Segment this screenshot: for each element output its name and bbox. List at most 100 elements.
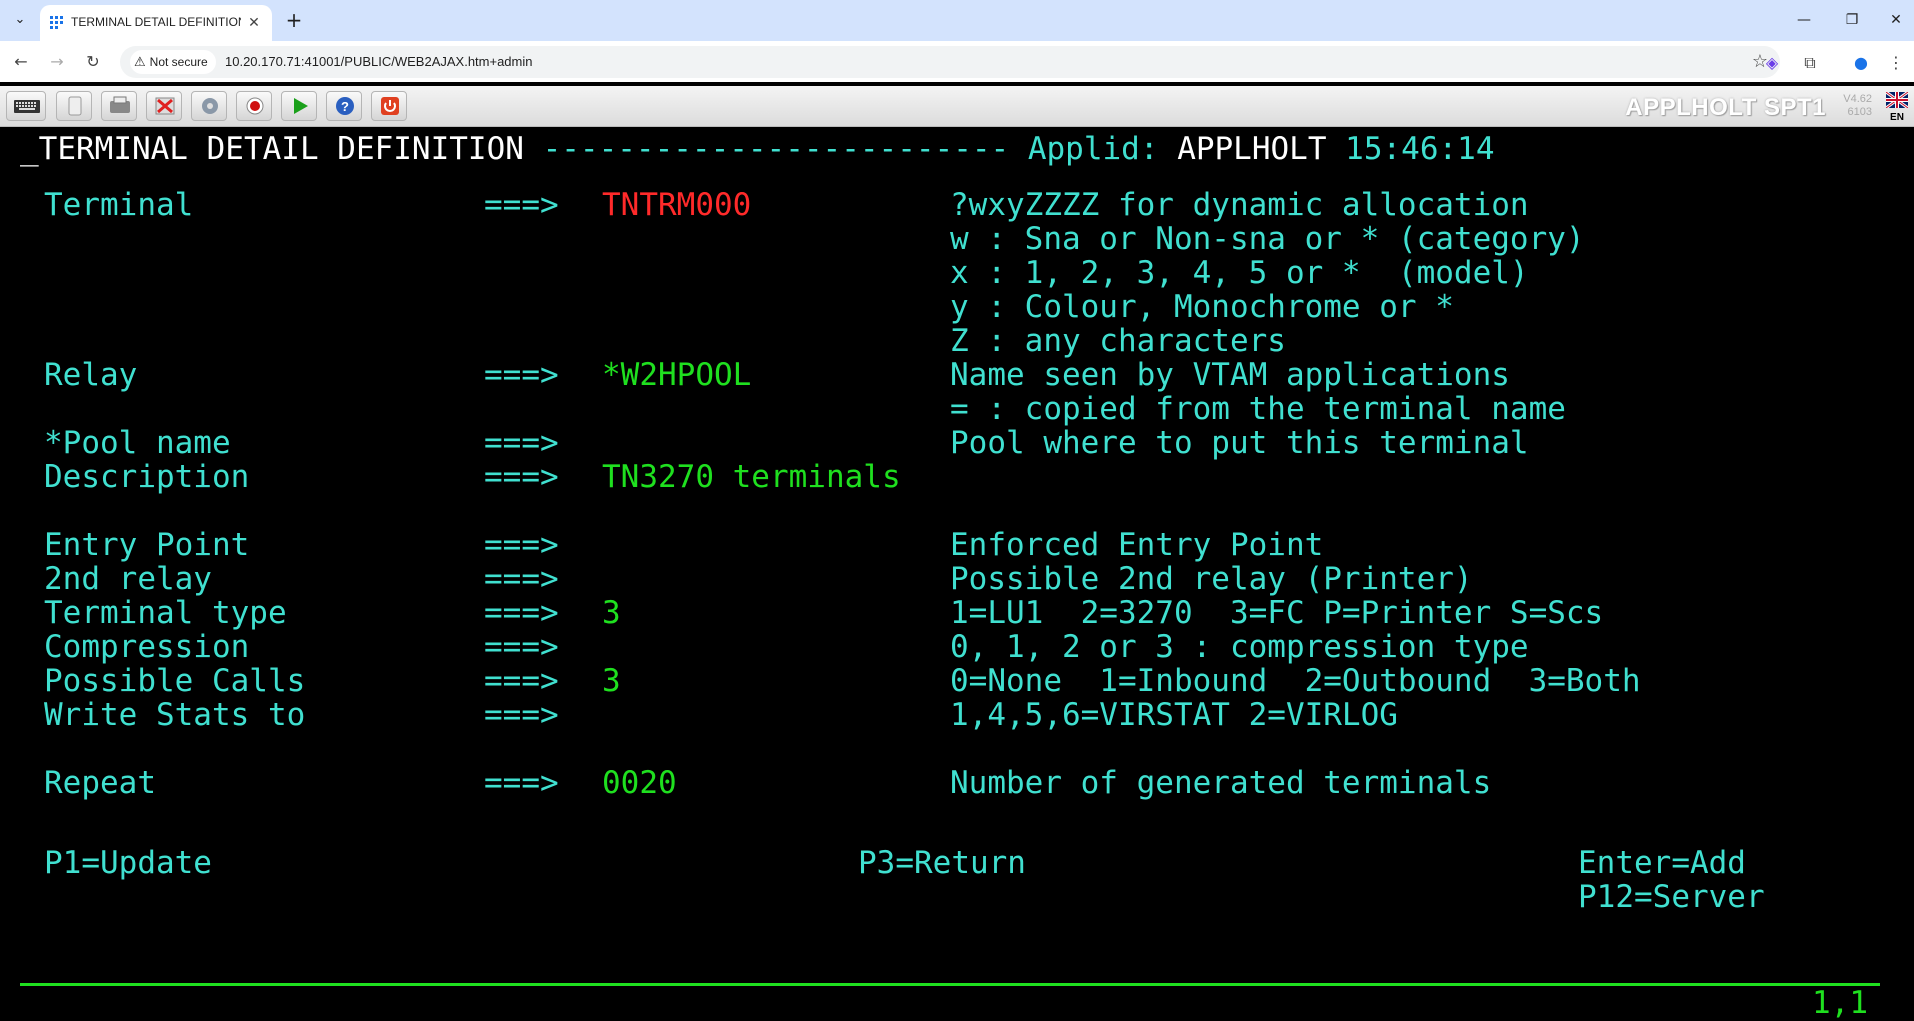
help-button[interactable]: ? — [326, 91, 362, 121]
power-button[interactable] — [371, 91, 407, 121]
field-input-description[interactable]: TN3270 terminals — [602, 460, 902, 494]
tab-title: TERMINAL DETAIL DEFINITION — [71, 15, 241, 29]
field-label-compression: Compression — [44, 629, 250, 665]
browser-tab-bar: ⌄ TERMINAL DETAIL DEFINITION ✕ + — ❐ ✕ — [0, 0, 1914, 41]
tab-search-icon[interactable]: ⌄ — [8, 8, 32, 32]
field-input-write-stats-to[interactable] — [602, 698, 902, 732]
applid-label: Applid: — [1027, 131, 1159, 167]
play-icon — [294, 98, 308, 114]
help-text: Z : any characters — [950, 323, 1286, 359]
field-arrow: ===> — [484, 527, 559, 563]
restore-icon[interactable]: ❐ — [1838, 6, 1866, 34]
forward-icon[interactable]: → — [44, 49, 70, 75]
keyboard-icon — [14, 100, 40, 113]
print-icon — [110, 96, 130, 113]
help-text: x : 1, 2, 3, 4, 5 or * (model) — [950, 255, 1529, 291]
field-input-terminal-type[interactable]: 3 — [602, 596, 902, 630]
record-button[interactable] — [236, 91, 272, 121]
disconnect-button[interactable] — [146, 91, 182, 121]
build-number: 6103 — [1847, 106, 1872, 118]
settings-button[interactable] — [191, 91, 227, 121]
record-icon — [246, 97, 264, 115]
field-arrow: ===> — [484, 187, 559, 223]
security-label: Not secure — [149, 55, 208, 69]
applid-value: APPLHOLT — [1177, 131, 1327, 167]
field-arrow: ===> — [484, 357, 559, 393]
clipboard-button[interactable] — [56, 91, 92, 121]
menu-dots-icon[interactable]: ⋮ — [1884, 51, 1908, 75]
field-input-possible-calls[interactable]: 3 — [602, 664, 902, 698]
title-dashes: ------------------------- — [542, 131, 1010, 167]
field-arrow: ===> — [484, 561, 559, 597]
field-input-compression[interactable] — [602, 630, 902, 664]
language-label: EN — [1890, 112, 1904, 123]
emulator-toolbar: ? APPLHOLT SPT1 V4.62 6103 EN — [0, 86, 1914, 127]
url-text[interactable]: 10.20.170.71:41001/PUBLIC/WEB2AJAX.htm+a… — [225, 54, 533, 69]
field-arrow: ===> — [484, 459, 559, 495]
warning-icon: ⚠ — [134, 54, 146, 69]
uk-flag-icon — [1885, 90, 1909, 110]
field-input-2nd-relay[interactable] — [602, 562, 902, 596]
help-text: = : copied from the terminal name — [950, 391, 1566, 427]
field-label-description: Description — [44, 459, 250, 495]
help-text: Enforced Entry Point — [950, 527, 1324, 563]
browser-nav-bar: ← → ↻ ⚠ Not secure 10.20.170.71:41001/PU… — [0, 41, 1914, 82]
field-input-terminal[interactable]: TNTRM000 — [602, 188, 902, 222]
pf12-server[interactable]: P12=Server — [1578, 880, 1765, 914]
extensions-puzzle-icon[interactable]: ⧉ — [1798, 51, 1822, 75]
field-label-write-stats-to: Write Stats to — [44, 697, 306, 733]
tab-close-icon[interactable]: ✕ — [244, 13, 264, 33]
field-arrow: ===> — [484, 765, 559, 801]
field-input-entry-point[interactable] — [602, 528, 902, 562]
browser-tab[interactable]: TERMINAL DETAIL DEFINITION ✕ — [40, 5, 272, 41]
field-arrow: ===> — [484, 697, 559, 733]
enter-add[interactable]: Enter=Add — [1578, 846, 1746, 880]
close-window-icon[interactable]: ✕ — [1882, 6, 1910, 34]
minimize-icon[interactable]: — — [1790, 6, 1818, 34]
security-chip[interactable]: ⚠ Not secure — [130, 50, 216, 74]
settings-icon — [202, 98, 218, 114]
svg-text:?: ? — [341, 99, 349, 114]
keyboard-button[interactable] — [6, 91, 46, 121]
field-label-terminal-type: Terminal type — [44, 595, 287, 631]
reload-icon[interactable]: ↻ — [80, 49, 106, 75]
field-input-relay[interactable]: *W2HPOOL — [602, 358, 902, 392]
help-text: Number of generated terminals — [950, 765, 1492, 801]
field-label-terminal: Terminal — [44, 187, 194, 223]
extension-icon[interactable]: ◈ — [1760, 51, 1784, 75]
help-text: Pool where to put this terminal — [950, 425, 1529, 461]
version-number: V4.62 — [1843, 93, 1872, 105]
system-name: APPLHOLT SPT1 — [1625, 94, 1826, 121]
version-info: V4.62 6103 — [1843, 93, 1872, 119]
power-icon — [381, 97, 399, 115]
pf3-return[interactable]: P3=Return — [858, 846, 1026, 880]
profile-icon[interactable]: ● — [1849, 51, 1873, 75]
screen-time: 15:46:14 — [1345, 131, 1495, 167]
back-icon[interactable]: ← — [8, 49, 34, 75]
address-bar[interactable]: ⚠ Not secure 10.20.170.71:41001/PUBLIC/W… — [120, 46, 1780, 78]
help-text: Possible 2nd relay (Printer) — [950, 561, 1473, 597]
field-label-2nd-relay: 2nd relay — [44, 561, 212, 597]
play-button[interactable] — [281, 91, 317, 121]
new-tab-button[interactable]: + — [281, 8, 307, 34]
language-button[interactable]: EN — [1885, 90, 1909, 123]
help-text: 0=None 1=Inbound 2=Outbound 3=Both — [950, 663, 1641, 699]
field-arrow: ===> — [484, 629, 559, 665]
terminal-screen[interactable]: _TERMINAL DETAIL DEFINITION ------------… — [0, 128, 1914, 1020]
field-arrow: ===> — [484, 663, 559, 699]
clipboard-icon — [68, 96, 82, 116]
help-text: 0, 1, 2 or 3 : compression type — [950, 629, 1529, 665]
screen-header: _TERMINAL DETAIL DEFINITION ------------… — [20, 132, 1494, 166]
pf1-update[interactable]: P1=Update — [44, 846, 212, 880]
help-text: Name seen by VTAM applications — [950, 357, 1510, 393]
field-label-repeat: Repeat — [44, 765, 156, 801]
field-input-repeat[interactable]: 0020 — [602, 766, 902, 800]
site-favicon-icon — [50, 16, 63, 29]
print-button[interactable] — [101, 91, 137, 121]
status-divider — [20, 983, 1880, 986]
field-input-pool-name[interactable] — [602, 426, 902, 460]
field-label-entry-point: Entry Point — [44, 527, 250, 563]
field-label-pool-name: *Pool name — [44, 425, 231, 461]
field-arrow: ===> — [484, 595, 559, 631]
help-text: 1,4,5,6=VIRSTAT 2=VIRLOG — [950, 697, 1398, 733]
